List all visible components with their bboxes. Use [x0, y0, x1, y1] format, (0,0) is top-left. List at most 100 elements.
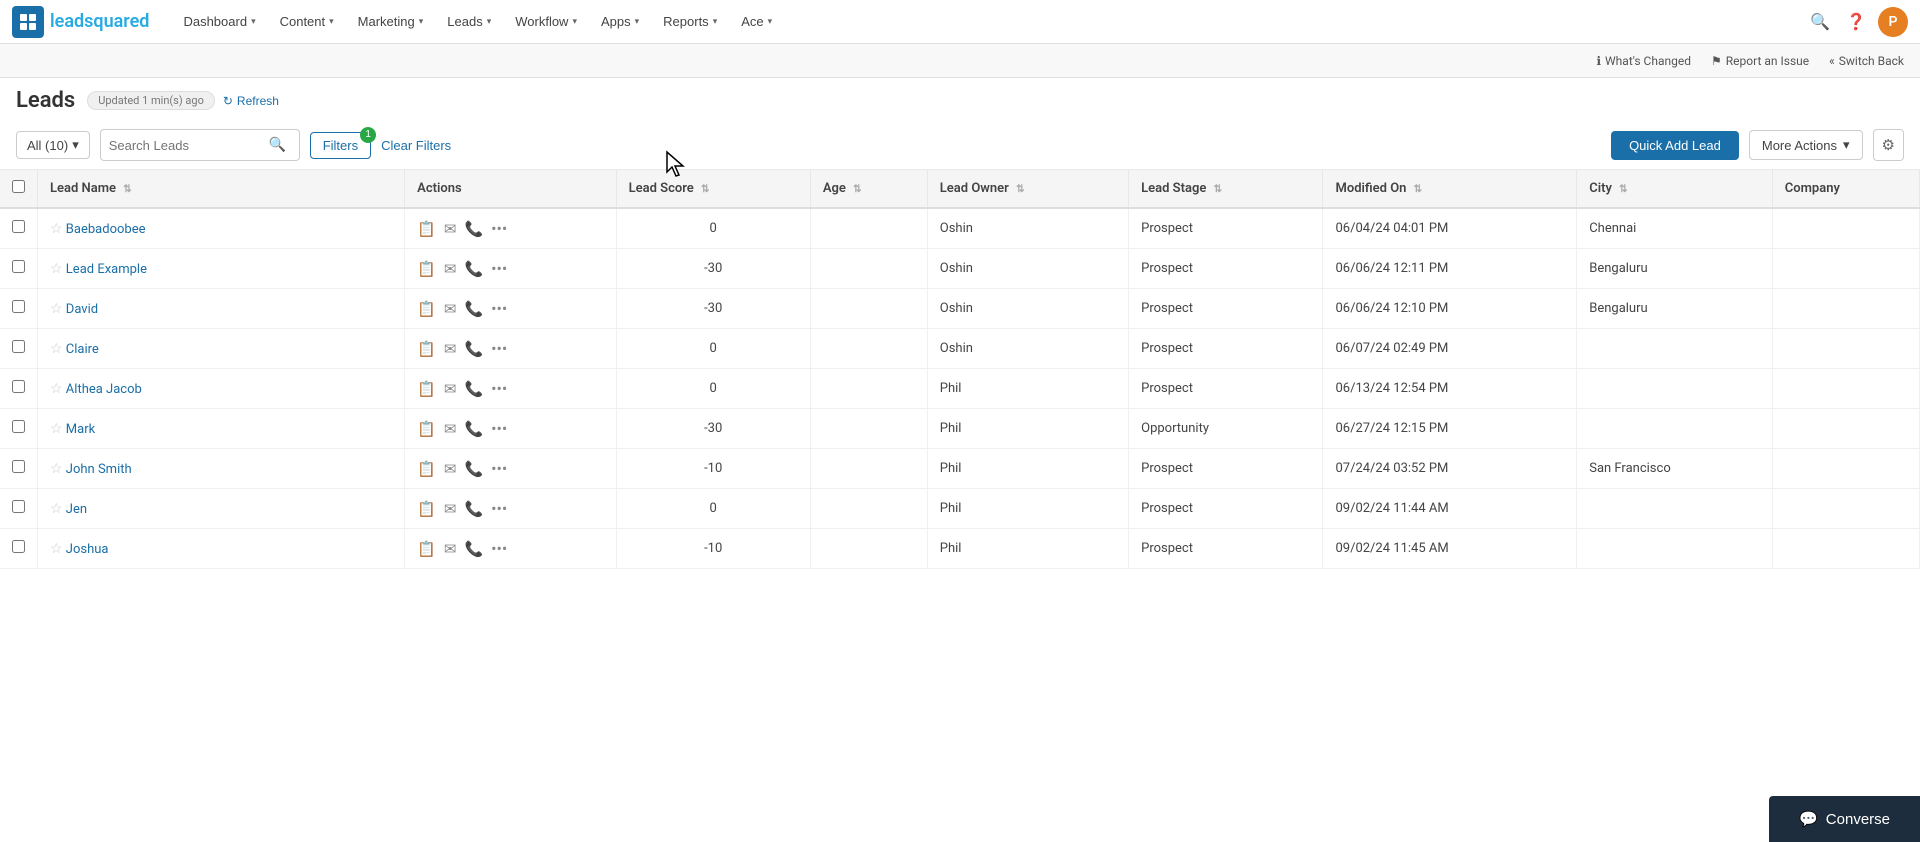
lead-name-link[interactable]: Joshua [66, 542, 109, 557]
clear-filters-button[interactable]: Clear Filters [381, 138, 451, 153]
switch-back-link[interactable]: « Switch Back [1829, 54, 1904, 68]
more-options-icon[interactable]: ••• [491, 499, 507, 518]
star-icon[interactable]: ☆ [50, 261, 63, 277]
top-navigation: leadsquared Dashboard ▾ Content ▾ Market… [0, 0, 1920, 44]
star-icon[interactable]: ☆ [50, 301, 63, 317]
send-email-icon[interactable]: ✉ [444, 300, 457, 318]
more-options-icon[interactable]: ••• [491, 539, 507, 558]
more-actions-button[interactable]: More Actions ▾ [1749, 130, 1863, 160]
call-icon[interactable]: 📞 [464, 220, 483, 238]
nav-item-content[interactable]: Content ▾ [270, 0, 344, 44]
all-leads-dropdown[interactable]: All (10) ▾ [16, 131, 90, 159]
add-task-icon[interactable]: 📋 [417, 380, 436, 398]
call-icon[interactable]: 📞 [464, 260, 483, 278]
search-input[interactable] [109, 138, 269, 153]
th-city[interactable]: City ⇅ [1577, 170, 1773, 208]
th-lead-score[interactable]: Lead Score ⇅ [616, 170, 810, 208]
star-icon[interactable]: ☆ [50, 501, 63, 517]
row-checkbox[interactable] [12, 460, 25, 473]
add-task-icon[interactable]: 📋 [417, 340, 436, 358]
row-checkbox[interactable] [12, 260, 25, 273]
row-checkbox[interactable] [12, 340, 25, 353]
star-icon[interactable]: ☆ [50, 461, 63, 477]
star-icon[interactable]: ☆ [50, 341, 63, 357]
send-email-icon[interactable]: ✉ [444, 380, 457, 398]
more-options-icon[interactable]: ••• [491, 339, 507, 358]
th-age[interactable]: Age ⇅ [810, 170, 927, 208]
call-icon[interactable]: 📞 [464, 540, 483, 558]
lead-name-link[interactable]: Baebadoobee [66, 222, 146, 237]
row-checkbox[interactable] [12, 540, 25, 553]
add-task-icon[interactable]: 📋 [417, 420, 436, 438]
nav-item-workflow[interactable]: Workflow ▾ [505, 0, 587, 44]
nav-item-marketing[interactable]: Marketing ▾ [348, 0, 434, 44]
send-email-icon[interactable]: ✉ [444, 340, 457, 358]
more-options-icon[interactable]: ••• [491, 419, 507, 438]
send-email-icon[interactable]: ✉ [444, 260, 457, 278]
lead-name-link[interactable]: Lead Example [66, 262, 147, 277]
converse-button[interactable]: 💬 Converse [1769, 796, 1920, 842]
lead-name-link[interactable]: Mark [66, 422, 95, 437]
call-icon[interactable]: 📞 [464, 340, 483, 358]
search-button[interactable]: 🔍 [1806, 8, 1834, 36]
report-issue-link[interactable]: ⚑ Report an Issue [1711, 54, 1809, 68]
th-lead-stage[interactable]: Lead Stage ⇅ [1129, 170, 1323, 208]
whats-changed-link[interactable]: ℹ What's Changed [1596, 54, 1691, 68]
add-task-icon[interactable]: 📋 [417, 220, 436, 238]
star-icon[interactable]: ☆ [50, 381, 63, 397]
lead-name-cell: ☆ Baebadoobee [38, 208, 405, 249]
lead-name-link[interactable]: Jen [66, 502, 87, 517]
row-checkbox[interactable] [12, 300, 25, 313]
call-icon[interactable]: 📞 [464, 300, 483, 318]
nav-item-reports[interactable]: Reports ▾ [653, 0, 727, 44]
row-checkbox[interactable] [12, 500, 25, 513]
call-icon[interactable]: 📞 [464, 420, 483, 438]
nav-item-dashboard[interactable]: Dashboard ▾ [173, 0, 265, 44]
call-icon[interactable]: 📞 [464, 380, 483, 398]
call-icon[interactable]: 📞 [464, 500, 483, 518]
send-email-icon[interactable]: ✉ [444, 540, 457, 558]
send-email-icon[interactable]: ✉ [444, 500, 457, 518]
filters-button[interactable]: Filters 1 [310, 132, 371, 159]
add-task-icon[interactable]: 📋 [417, 540, 436, 558]
star-icon[interactable]: ☆ [50, 221, 63, 237]
avatar[interactable]: P [1878, 7, 1908, 37]
logo[interactable]: leadsquared [12, 6, 149, 38]
more-options-icon[interactable]: ••• [491, 299, 507, 318]
table-row: ☆ Joshua 📋 ✉ 📞 ••• -10 Phil Prospect 09/… [0, 529, 1920, 569]
send-email-icon[interactable]: ✉ [444, 220, 457, 238]
add-task-icon[interactable]: 📋 [417, 500, 436, 518]
star-icon[interactable]: ☆ [50, 541, 63, 557]
lead-name-link[interactable]: David [66, 302, 98, 317]
more-options-icon[interactable]: ••• [491, 259, 507, 278]
chevron-down-icon: ▾ [635, 16, 640, 27]
send-email-icon[interactable]: ✉ [444, 420, 457, 438]
row-checkbox[interactable] [12, 220, 25, 233]
row-checkbox[interactable] [12, 380, 25, 393]
more-options-icon[interactable]: ••• [491, 459, 507, 478]
select-all-checkbox[interactable] [12, 180, 25, 193]
nav-item-apps[interactable]: Apps ▾ [591, 0, 649, 44]
more-options-icon[interactable]: ••• [491, 219, 507, 238]
call-icon[interactable]: 📞 [464, 460, 483, 478]
nav-item-ace[interactable]: Ace ▾ [731, 0, 782, 44]
th-lead-owner[interactable]: Lead Owner ⇅ [927, 170, 1128, 208]
nav-item-leads[interactable]: Leads ▾ [437, 0, 501, 44]
settings-button[interactable]: ⚙ [1873, 129, 1904, 161]
star-icon[interactable]: ☆ [50, 421, 63, 437]
add-task-icon[interactable]: 📋 [417, 260, 436, 278]
th-modified-on[interactable]: Modified On ⇅ [1323, 170, 1577, 208]
send-email-icon[interactable]: ✉ [444, 460, 457, 478]
add-task-icon[interactable]: 📋 [417, 300, 436, 318]
lead-name-link[interactable]: Althea Jacob [66, 382, 142, 397]
add-task-icon[interactable]: 📋 [417, 460, 436, 478]
row-checkbox[interactable] [12, 420, 25, 433]
lead-name-link[interactable]: John Smith [66, 462, 132, 477]
th-company[interactable]: Company [1772, 170, 1919, 208]
refresh-button[interactable]: ↻ Refresh [223, 94, 279, 108]
help-button[interactable]: ❓ [1842, 8, 1870, 36]
quick-add-lead-button[interactable]: Quick Add Lead [1611, 131, 1739, 160]
lead-name-link[interactable]: Claire [66, 342, 99, 357]
more-options-icon[interactable]: ••• [491, 379, 507, 398]
th-lead-name[interactable]: Lead Name ⇅ [38, 170, 405, 208]
